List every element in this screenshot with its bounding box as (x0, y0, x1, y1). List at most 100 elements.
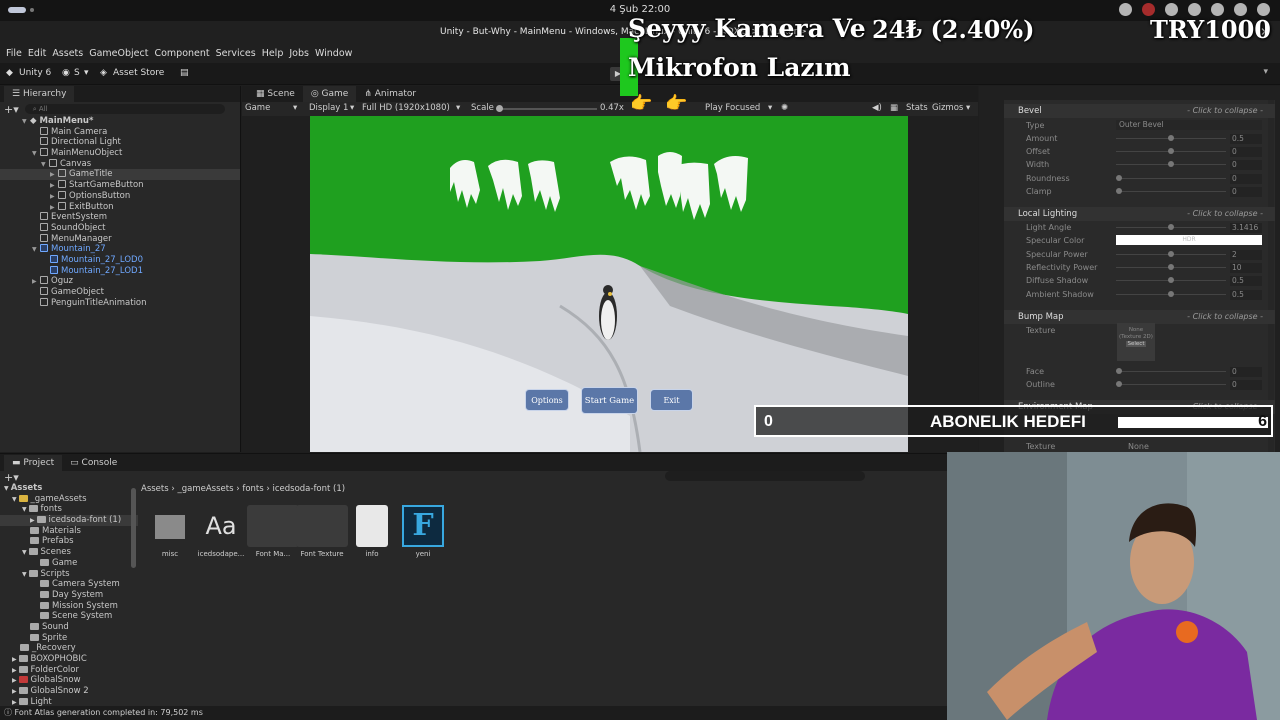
project-search-input[interactable] (665, 471, 865, 481)
menu-jobs[interactable]: Jobs (289, 45, 315, 63)
roundness-field[interactable]: 0 (1230, 174, 1262, 184)
outline-slider[interactable] (1116, 384, 1226, 385)
expand-arrow-icon[interactable]: ▶ (12, 656, 19, 663)
chevron-down-icon[interactable]: ▾ (1263, 67, 1268, 77)
ambient-shadow-field[interactable]: 0.5 (1230, 290, 1262, 300)
chevron-down-icon[interactable]: ▾ (350, 103, 354, 113)
project-tree-item[interactable]: ▼ _gameAssets (0, 494, 138, 505)
project-tree-item[interactable]: ▶ GlobalSnow (0, 675, 138, 686)
slider-handle[interactable] (1116, 175, 1122, 181)
breadcrumb-item[interactable]: fonts (242, 484, 263, 494)
expand-arrow-icon[interactable]: ▼ (22, 506, 29, 513)
breadcrumb-item[interactable]: icedsoda-font (1) (272, 484, 345, 494)
menu-edit[interactable]: Edit (28, 45, 52, 63)
chevron-down-icon[interactable]: ▾ (768, 103, 772, 113)
face-slider[interactable] (1116, 371, 1226, 372)
slider-handle[interactable] (1116, 381, 1122, 387)
slider-handle[interactable] (1168, 224, 1174, 230)
scale-slider-handle[interactable] (496, 105, 503, 112)
bump-map-section-header[interactable]: Bump Map - Click to collapse - (1004, 310, 1275, 324)
expand-arrow-icon[interactable]: ▶ (12, 699, 19, 706)
chevron-down-icon[interactable]: ▾ (966, 103, 970, 113)
chevron-down-icon[interactable]: ▾ (84, 68, 89, 78)
face-field[interactable]: 0 (1230, 367, 1262, 377)
clamp-field[interactable]: 0 (1230, 187, 1262, 197)
slider-handle[interactable] (1168, 148, 1174, 154)
outline-field[interactable]: 0 (1230, 380, 1262, 390)
sun-icon[interactable]: ✺ (781, 103, 788, 113)
asset-item[interactable]: misc (142, 505, 198, 558)
tab-scene[interactable]: ▦ Scene (248, 86, 303, 102)
expand-arrow-icon[interactable]: ▶ (12, 667, 19, 674)
diffuse-shadow-field[interactable]: 0.5 (1230, 276, 1262, 286)
slider-handle[interactable] (1168, 251, 1174, 257)
start-game-button[interactable]: Start Game (581, 387, 638, 414)
tree-item-gameobject[interactable]: GameObject (0, 287, 240, 298)
menu-window[interactable]: Window (315, 45, 358, 63)
chevron-down-icon[interactable]: ▾ (293, 103, 297, 113)
tree-item-exitbutton[interactable]: ▶ ExitButton (0, 201, 240, 213)
tree-item-startgamebutton[interactable]: ▶ StartGameButton (0, 180, 240, 191)
scale-slider[interactable] (497, 108, 597, 110)
expand-arrow-icon[interactable]: ▶ (12, 688, 19, 695)
play-focused-dropdown[interactable]: Play Focused (705, 103, 760, 113)
tree-item-soundobject[interactable]: SoundObject (0, 222, 240, 234)
tree-item-gametitle[interactable]: ▶ GameTitle (0, 169, 240, 181)
expand-arrow-icon[interactable]: ▶ (30, 517, 37, 524)
texture-select-button[interactable]: Select (1125, 341, 1147, 347)
tree-item-eventsystem[interactable]: EventSystem (0, 212, 240, 223)
asset-item[interactable]: Aa icedsodape... (193, 505, 249, 558)
slider-handle[interactable] (1168, 161, 1174, 167)
speaker-icon[interactable]: ◀) (872, 103, 882, 113)
light-angle-field[interactable]: 3.1416 (1230, 223, 1262, 233)
expand-arrow-icon[interactable]: ▼ (12, 496, 19, 503)
asset-store-icon[interactable]: ◈ (100, 68, 107, 78)
menu-gameobject[interactable]: GameObject (89, 45, 154, 63)
grid-icon[interactable]: ▦ (890, 103, 898, 113)
menu-file[interactable]: File (6, 45, 28, 63)
project-tree-item[interactable]: Sound (0, 622, 138, 633)
tab-animator[interactable]: ⋔ Animator (356, 86, 424, 102)
tree-item-menumanager[interactable]: MenuManager (0, 233, 240, 245)
display-dropdown[interactable]: Display 1 (309, 103, 348, 113)
bump-texture-slot[interactable]: None (Texture 2D) Select (1117, 323, 1155, 361)
project-tree-item[interactable]: ▼ fonts (0, 504, 138, 515)
tab-hierarchy[interactable]: ☰ Hierarchy (4, 86, 75, 102)
project-tree-item[interactable]: Scene System (0, 611, 138, 622)
tree-item-oguz[interactable]: ▶ Oguz (0, 276, 240, 287)
tree-item-directional-light[interactable]: Directional Light (0, 137, 240, 148)
tab-project[interactable]: ▬ Project (4, 454, 63, 471)
tab-console[interactable]: ▭ Console (62, 455, 125, 471)
project-tree-scrollbar[interactable] (131, 488, 136, 568)
local-lighting-section-header[interactable]: Local Lighting - Click to collapse - (1004, 207, 1275, 221)
project-tree-item[interactable]: ▼ Assets (0, 483, 138, 494)
env-texture-value[interactable]: None (1128, 442, 1149, 451)
tree-item-mountain-lod0[interactable]: Mountain_27_LOD0 (0, 254, 240, 266)
tree-item-optionsbutton[interactable]: ▶ OptionsButton (0, 190, 240, 202)
asset-item[interactable]: Font Texture (294, 505, 350, 558)
unity-version-label[interactable]: Unity 6 (19, 68, 51, 78)
tree-item-main-camera[interactable]: Main Camera (0, 126, 240, 138)
reflectivity-field[interactable]: 10 (1230, 263, 1262, 273)
tree-item-mountain-27[interactable]: ▼ Mountain_27 (0, 244, 240, 255)
chevron-down-icon[interactable]: ▾ (456, 103, 460, 113)
asset-item[interactable]: info (344, 505, 400, 558)
exit-game-button[interactable]: Exit (650, 389, 693, 411)
project-tree-item[interactable]: ▶ BOXOPHOBIC (0, 654, 138, 665)
slider-handle[interactable] (1168, 277, 1174, 283)
tree-item-penguintitleanimation[interactable]: PenguinTitleAnimation (0, 297, 240, 309)
hierarchy-search-input[interactable]: ⌕ All (24, 104, 225, 114)
width-field[interactable]: 0 (1230, 160, 1262, 170)
project-tree-item[interactable]: _Recovery (0, 643, 138, 654)
menu-component[interactable]: Component (154, 45, 215, 63)
menu-services[interactable]: Services (216, 45, 262, 63)
tree-item-canvas[interactable]: ▼ Canvas (0, 158, 240, 170)
account-icon[interactable]: ◉ (62, 68, 70, 78)
project-tree-item[interactable]: Prefabs (0, 536, 138, 547)
project-tree-item[interactable]: Game (0, 558, 138, 569)
project-tree-item[interactable]: ▶ FolderColor (0, 665, 138, 676)
account-button[interactable]: S (74, 68, 80, 78)
project-tree-item[interactable]: Mission System (0, 601, 138, 612)
bevel-type-dropdown[interactable]: Outer Bevel (1116, 120, 1262, 130)
options-game-button[interactable]: Options (525, 389, 569, 411)
